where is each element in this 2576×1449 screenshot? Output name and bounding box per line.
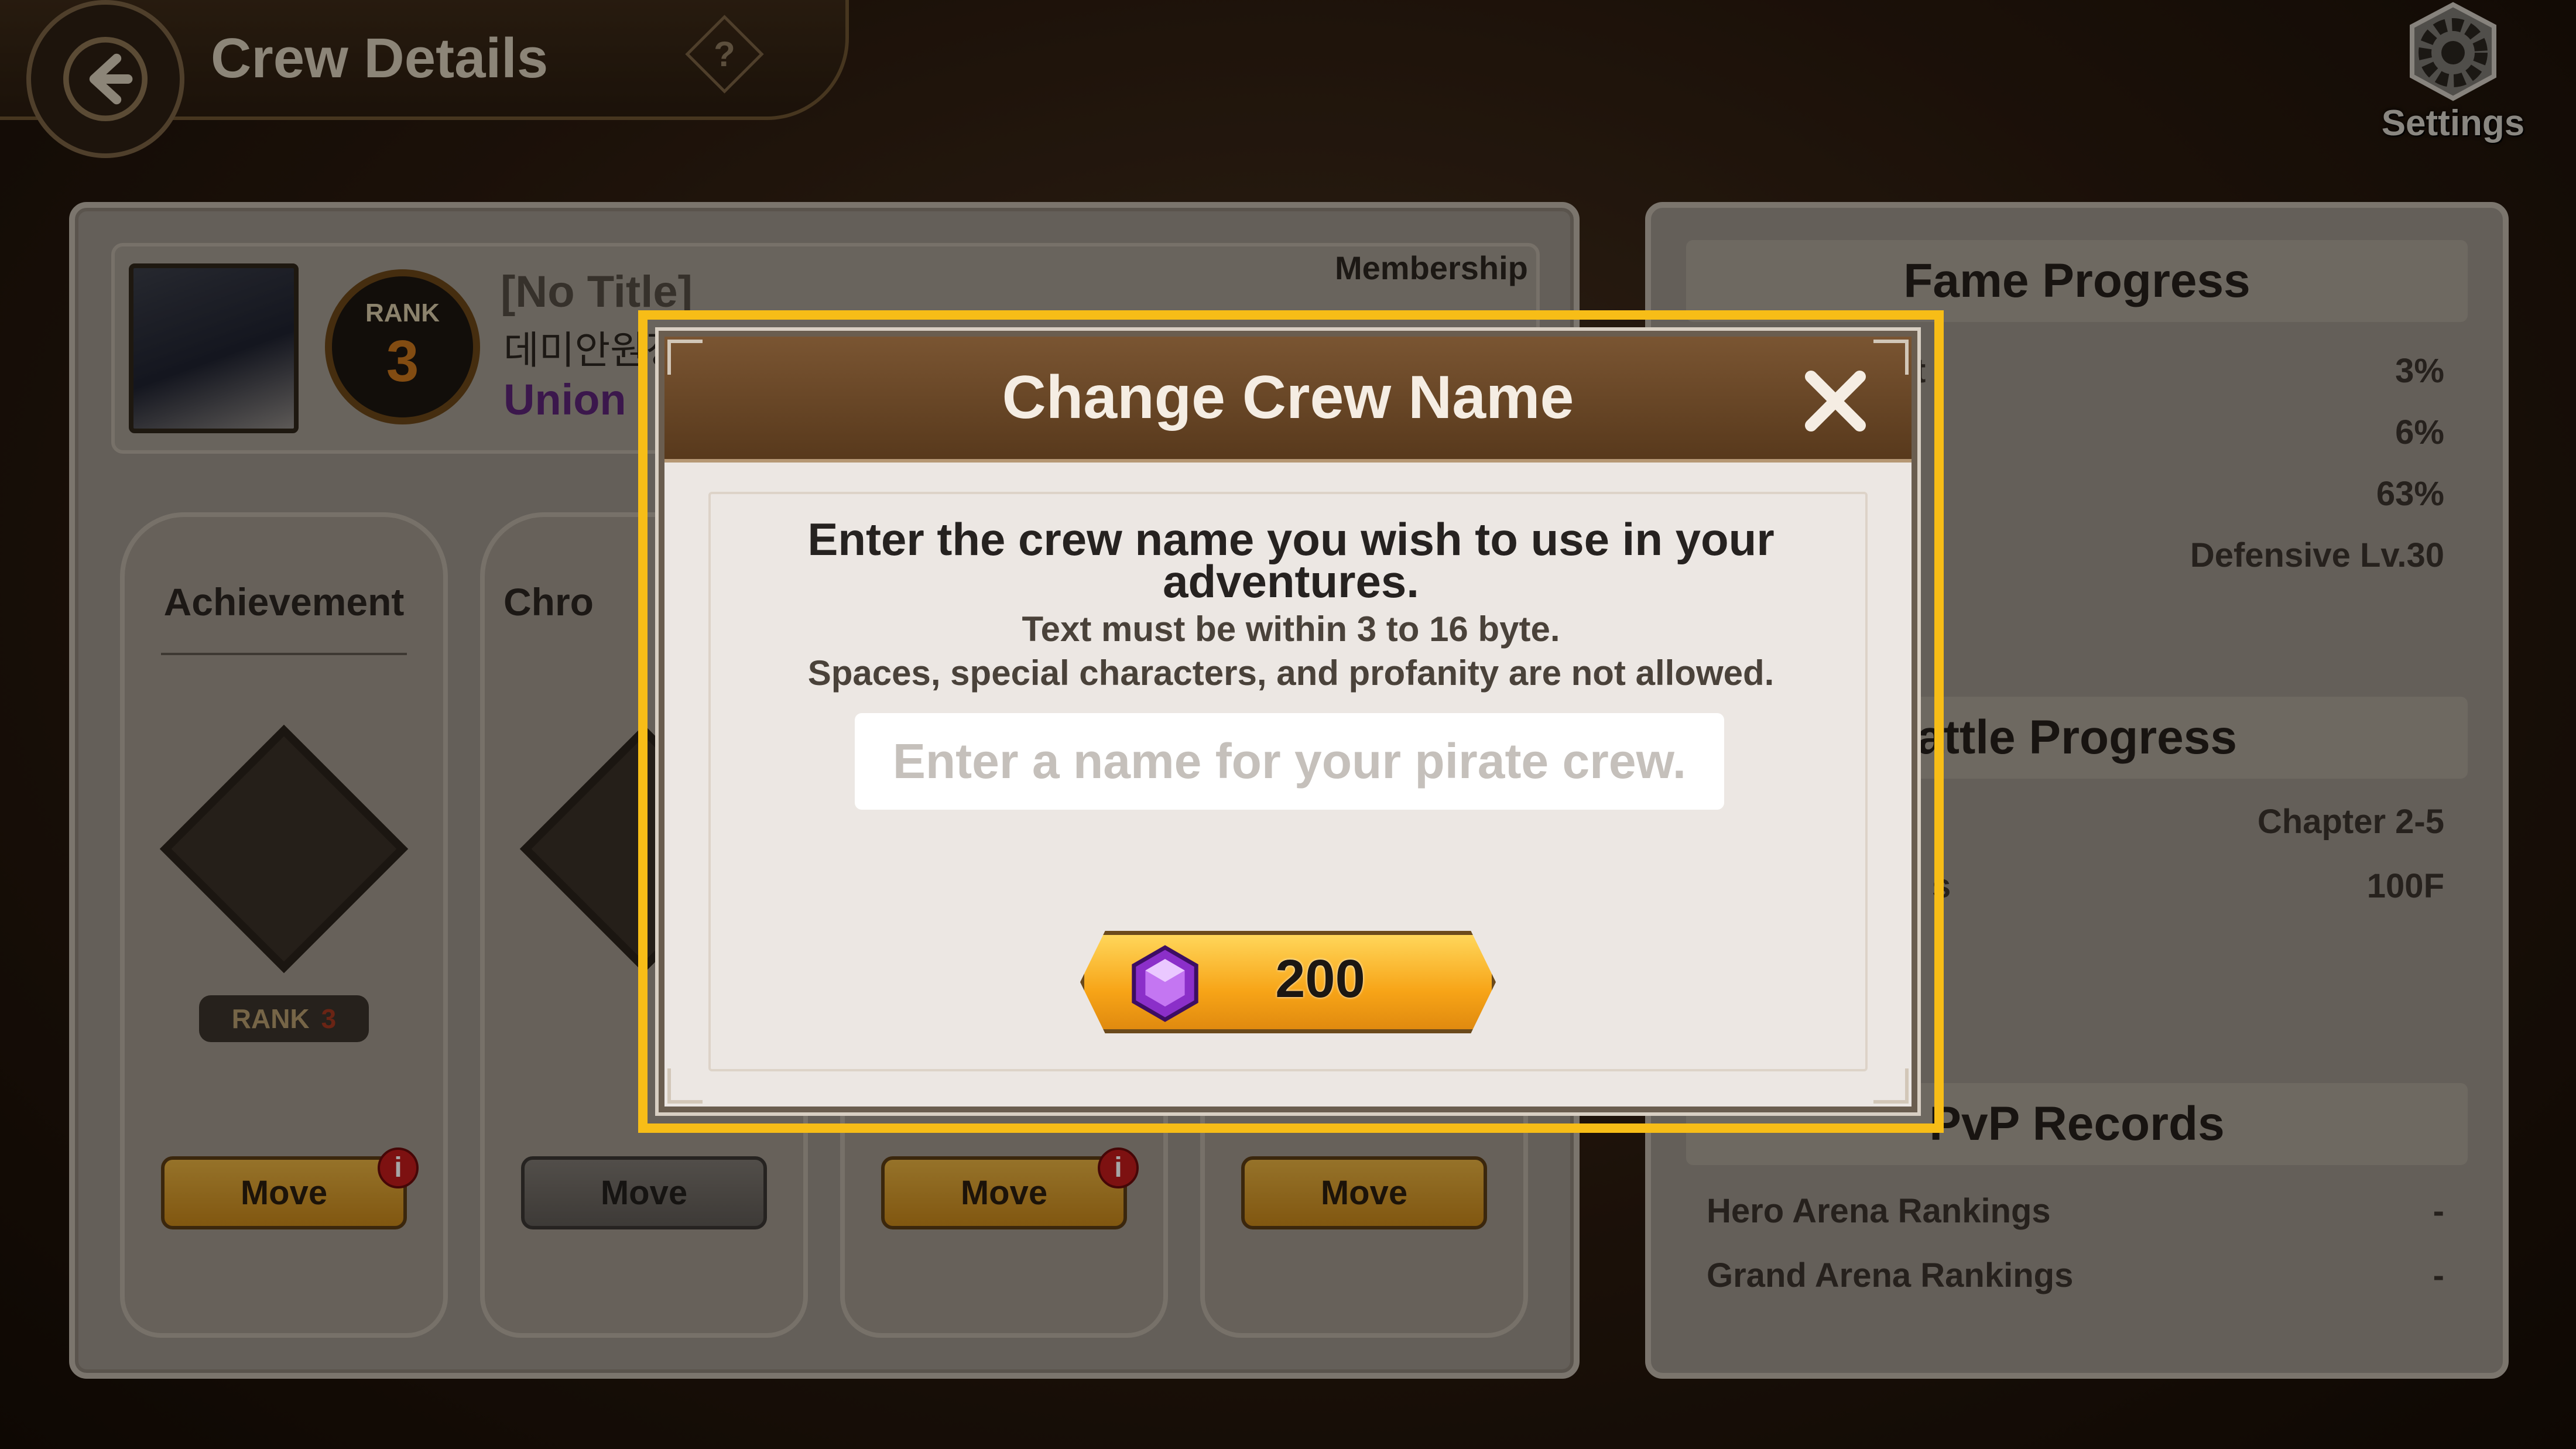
rename-cost: 200 xyxy=(1275,949,1365,1009)
dialog-rule-characters: Spaces, special characters, and profanit… xyxy=(807,653,1775,693)
gem-icon xyxy=(1124,943,1206,1025)
corner-ornament xyxy=(1873,1068,1909,1104)
dialog-prompt: Enter the crew name you wish to use in y… xyxy=(807,513,1775,607)
dialog-title: Change Crew Name xyxy=(1002,364,1574,431)
crew-name-input[interactable] xyxy=(855,713,1724,810)
dialog-rule-length: Text must be within 3 to 16 byte. xyxy=(1022,609,1560,649)
corner-ornament xyxy=(667,340,703,375)
corner-ornament xyxy=(667,1068,703,1104)
close-button[interactable] xyxy=(1797,363,1873,439)
corner-ornament xyxy=(1873,340,1909,375)
close-icon xyxy=(1805,371,1866,431)
